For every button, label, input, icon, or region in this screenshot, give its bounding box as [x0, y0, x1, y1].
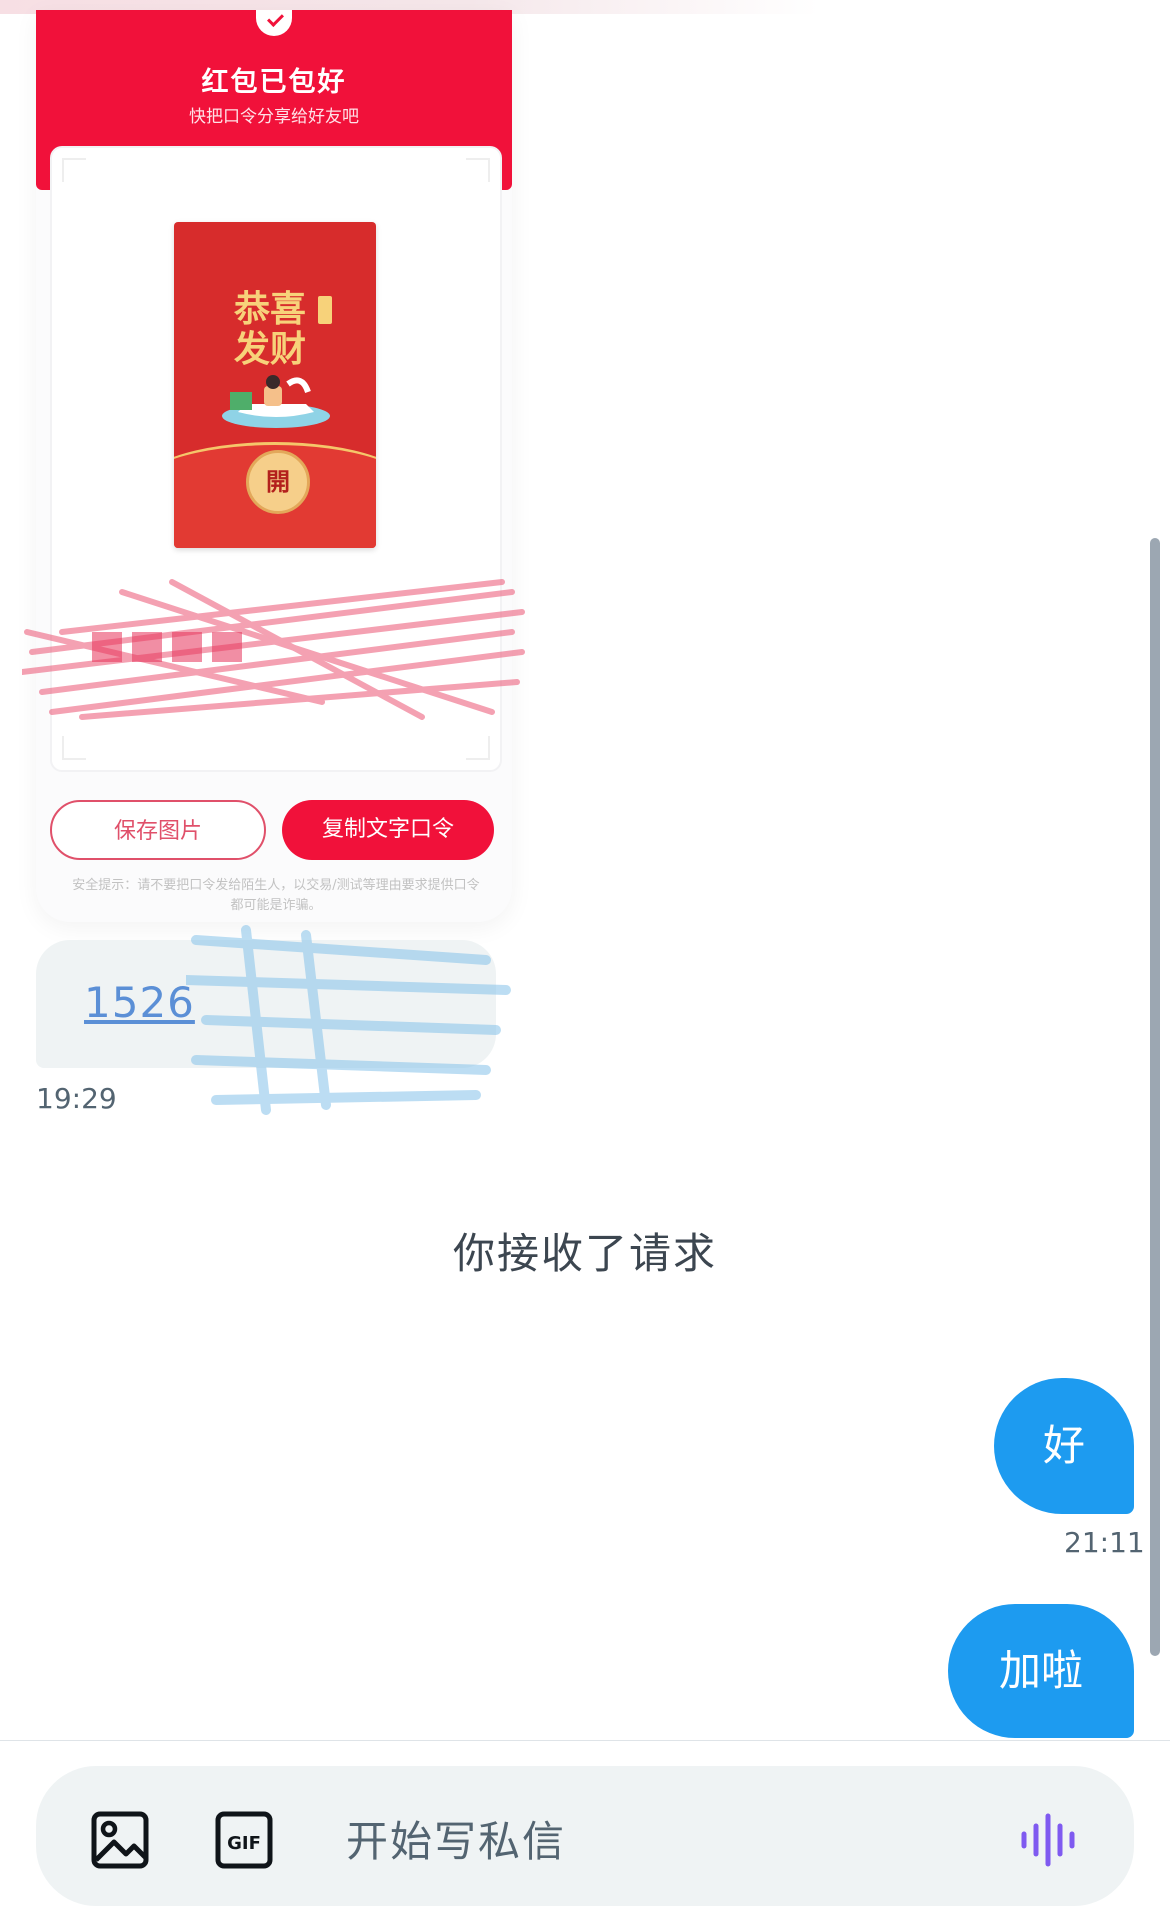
redaction-scribble: [186, 925, 511, 1115]
corner-ornament: [466, 158, 490, 182]
packet-paper: 恭喜发财 開: [22, 146, 525, 772]
corner-ornament: [62, 736, 86, 760]
message-input[interactable]: 开始写私信: [346, 1808, 566, 1869]
packet-subtitle: 快把口令分享给好友吧: [189, 107, 359, 127]
system-message: 你接收了请求: [452, 1229, 717, 1278]
safety-note: 安全提示：请不要把口令发给陌生人，以交易/测试等理由要求提供口令都可能是诈骗。: [72, 878, 480, 913]
voice-wave-icon[interactable]: [1018, 1810, 1078, 1870]
message-timestamp: 21:11: [1064, 1526, 1145, 1559]
envelope-greeting: 恭喜发财: [233, 289, 306, 370]
gif-icon[interactable]: GIF: [214, 1810, 274, 1870]
copy-code-button: 复制文字口令: [282, 800, 494, 860]
scrollbar[interactable]: [1150, 538, 1160, 1656]
composer-divider: [0, 1740, 1170, 1741]
svg-text:GIF: GIF: [227, 1833, 261, 1854]
corner-ornament: [62, 158, 86, 182]
outgoing-message-bubble[interactable]: 加啦: [948, 1604, 1134, 1738]
message-timestamp: 19:29: [36, 1082, 117, 1115]
message-composer[interactable]: GIF 开始写私信: [36, 1766, 1134, 1906]
boat-illustration-icon: [222, 375, 330, 428]
outgoing-message-bubble[interactable]: 好: [994, 1378, 1134, 1514]
envelope-seal-tag: [318, 296, 332, 324]
red-packet-image[interactable]: 红包已包好 快把口令分享给好友吧 恭喜发财 開 保存图片 复制文字口令 安全提示…: [22, 10, 525, 922]
check-icon: [256, 10, 292, 36]
save-image-button: 保存图片: [50, 800, 266, 860]
link-text[interactable]: 1526: [84, 978, 195, 1027]
redaction-scribble: [22, 579, 525, 720]
corner-ornament: [466, 736, 490, 760]
open-packet-icon: 開: [246, 450, 310, 514]
image-icon[interactable]: [90, 1810, 150, 1870]
red-envelope: 恭喜发财 開: [174, 222, 376, 548]
packet-title: 红包已包好: [201, 67, 347, 98]
incoming-link-bubble[interactable]: 1526: [36, 925, 511, 1115]
